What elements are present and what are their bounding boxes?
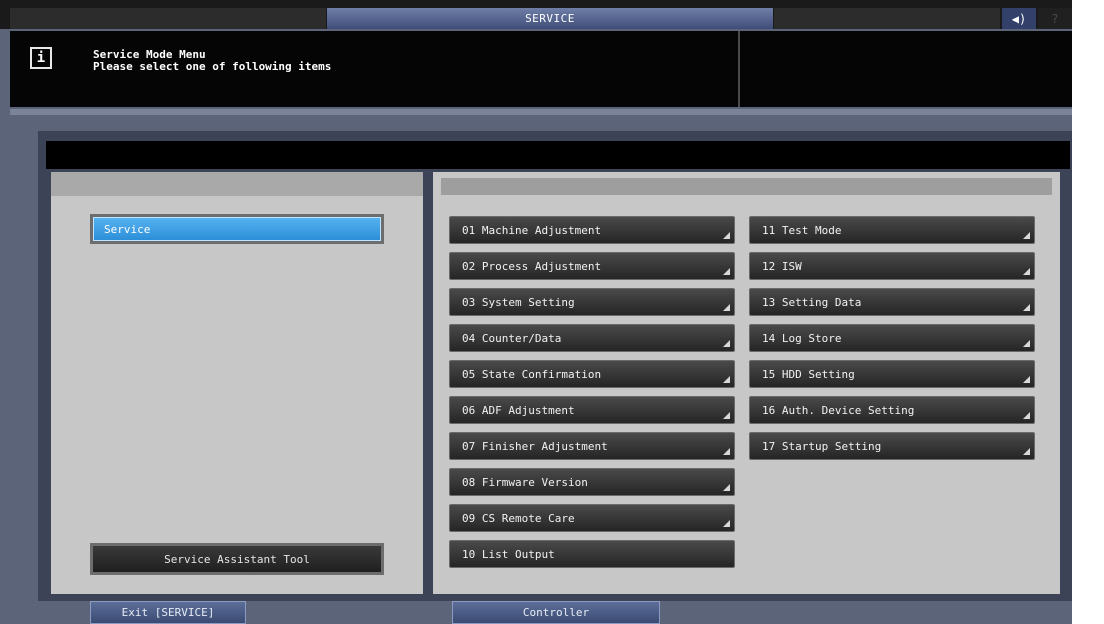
info-icon: i [30,47,52,69]
menu-item-11[interactable]: 11 Test Mode [749,216,1035,244]
category-item-label: Service [93,217,381,241]
menu-item-label: 16 Auth. Device Setting [762,403,915,417]
separator-band [10,109,1072,115]
service-assistant-tool-label: Service Assistant Tool [93,546,381,572]
corner-arrow-icon [1023,340,1030,347]
menu-item-label: 01 Machine Adjustment [462,223,602,237]
menu-item-label: 07 Finisher Adjustment [462,439,608,453]
menu-item-06[interactable]: 06 ADF Adjustment [449,396,735,424]
menu-item-label: 12 ISW [762,259,802,273]
corner-arrow-icon [723,520,730,527]
corner-arrow-icon [723,412,730,419]
menu-item-label: 15 HDD Setting [762,367,855,381]
corner-arrow-icon [1023,376,1030,383]
menu-item-label: 03 System Setting [462,295,575,309]
menu-item-label: 05 State Confirmation [462,367,602,381]
menu-item-04[interactable]: 04 Counter/Data [449,324,735,352]
title-bar-left-segment [10,8,326,29]
corner-arrow-icon [723,304,730,311]
speaker-icon[interactable]: ◀) [1002,8,1036,29]
corner-arrow-icon [723,484,730,491]
menu-item-03[interactable]: 03 System Setting [449,288,735,316]
help-icon[interactable]: ? [1038,8,1072,29]
menu-item-label: 10 List Output [462,547,555,561]
corner-arrow-icon [723,376,730,383]
service-tab[interactable]: SERVICE [327,8,773,29]
corner-arrow-icon [723,268,730,275]
corner-arrow-icon [723,232,730,239]
menu-item-08[interactable]: 08 Firmware Version [449,468,735,496]
title-bar-right-segment [774,8,1000,29]
menu-item-label: 06 ADF Adjustment [462,403,575,417]
menu-item-16[interactable]: 16 Auth. Device Setting [749,396,1035,424]
controller-button[interactable]: Controller [452,601,660,624]
menu-item-label: 09 CS Remote Care [462,511,575,525]
service-assistant-tool-button[interactable]: Service Assistant Tool [90,543,384,575]
menu-item-07[interactable]: 07 Finisher Adjustment [449,432,735,460]
corner-arrow-icon [1023,232,1030,239]
corner-arrow-icon [1023,448,1030,455]
menu-item-17[interactable]: 17 Startup Setting [749,432,1035,460]
menu-item-label: 02 Process Adjustment [462,259,602,273]
service-screen: SERVICE ◀) ? i Service Mode Menu Please … [0,0,1072,624]
menu-item-13[interactable]: 13 Setting Data [749,288,1035,316]
corner-arrow-icon [1023,304,1030,311]
menu-item-05[interactable]: 05 State Confirmation [449,360,735,388]
message-divider [738,31,740,107]
category-item-service[interactable]: Service [90,214,384,244]
corner-arrow-icon [723,340,730,347]
menu-item-14[interactable]: 14 Log Store [749,324,1035,352]
menu-panel-header [441,178,1052,195]
corner-arrow-icon [1023,412,1030,419]
menu-item-label: 13 Setting Data [762,295,862,309]
menu-item-10[interactable]: 10 List Output [449,540,735,568]
menu-item-label: 04 Counter/Data [462,331,562,345]
menu-item-12[interactable]: 12 ISW [749,252,1035,280]
menu-item-01[interactable]: 01 Machine Adjustment [449,216,735,244]
corner-arrow-icon [1023,268,1030,275]
menu-item-label: 14 Log Store [762,331,842,345]
menu-item-09[interactable]: 09 CS Remote Care [449,504,735,532]
menu-item-02[interactable]: 02 Process Adjustment [449,252,735,280]
category-panel-header [51,172,423,196]
exit-service-button[interactable]: Exit [SERVICE] [90,601,246,624]
panel-header [46,141,1070,169]
menu-item-15[interactable]: 15 HDD Setting [749,360,1035,388]
menu-item-label: 17 Startup Setting [762,439,882,453]
message-subtitle: Please select one of following items [93,60,332,73]
menu-item-label: 11 Test Mode [762,223,842,237]
corner-arrow-icon [723,448,730,455]
menu-item-label: 08 Firmware Version [462,475,588,489]
